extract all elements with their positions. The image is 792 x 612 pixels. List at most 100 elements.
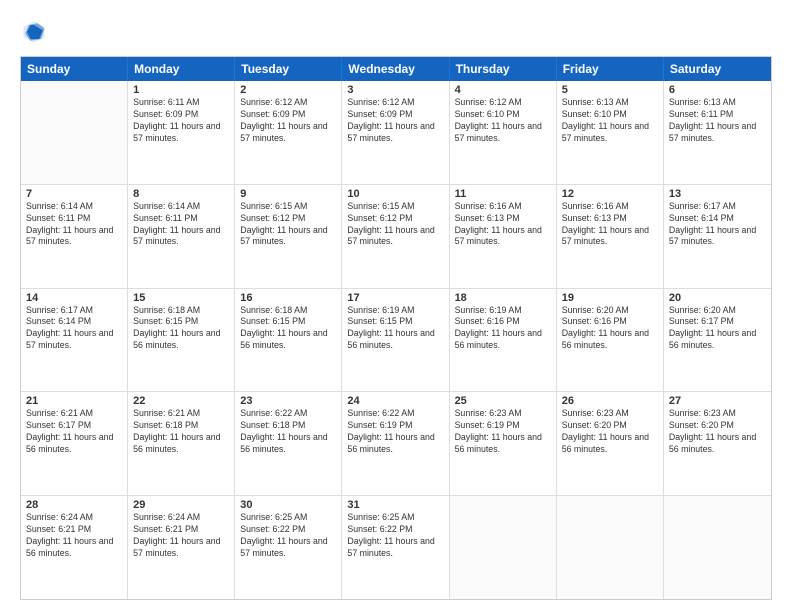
day-number: 11: [455, 188, 551, 200]
calendar-row-3: 14Sunrise: 6:17 AM Sunset: 6:14 PM Dayli…: [21, 289, 771, 393]
day-number: 6: [669, 84, 766, 96]
cell-info: Sunrise: 6:13 AM Sunset: 6:11 PM Dayligh…: [669, 97, 766, 145]
day-cell-26: 26Sunrise: 6:23 AM Sunset: 6:20 PM Dayli…: [557, 392, 664, 495]
day-number: 29: [133, 499, 229, 511]
calendar-row-4: 21Sunrise: 6:21 AM Sunset: 6:17 PM Dayli…: [21, 392, 771, 496]
day-number: 24: [347, 395, 443, 407]
day-cell-9: 9Sunrise: 6:15 AM Sunset: 6:12 PM Daylig…: [235, 185, 342, 288]
day-number: 18: [455, 292, 551, 304]
day-number: 5: [562, 84, 658, 96]
day-cell-23: 23Sunrise: 6:22 AM Sunset: 6:18 PM Dayli…: [235, 392, 342, 495]
weekday-header-saturday: Saturday: [664, 57, 771, 81]
day-cell-30: 30Sunrise: 6:25 AM Sunset: 6:22 PM Dayli…: [235, 496, 342, 599]
day-cell-14: 14Sunrise: 6:17 AM Sunset: 6:14 PM Dayli…: [21, 289, 128, 392]
day-number: 14: [26, 292, 122, 304]
weekday-header-monday: Monday: [128, 57, 235, 81]
day-number: 20: [669, 292, 766, 304]
cell-info: Sunrise: 6:19 AM Sunset: 6:16 PM Dayligh…: [455, 305, 551, 353]
day-cell-11: 11Sunrise: 6:16 AM Sunset: 6:13 PM Dayli…: [450, 185, 557, 288]
day-cell-29: 29Sunrise: 6:24 AM Sunset: 6:21 PM Dayli…: [128, 496, 235, 599]
day-number: 4: [455, 84, 551, 96]
day-number: 31: [347, 499, 443, 511]
day-number: 23: [240, 395, 336, 407]
cell-info: Sunrise: 6:15 AM Sunset: 6:12 PM Dayligh…: [240, 201, 336, 249]
weekday-header-sunday: Sunday: [21, 57, 128, 81]
calendar-row-2: 7Sunrise: 6:14 AM Sunset: 6:11 PM Daylig…: [21, 185, 771, 289]
cell-info: Sunrise: 6:25 AM Sunset: 6:22 PM Dayligh…: [347, 512, 443, 560]
day-number: 22: [133, 395, 229, 407]
logo: [20, 18, 52, 46]
day-cell-10: 10Sunrise: 6:15 AM Sunset: 6:12 PM Dayli…: [342, 185, 449, 288]
day-number: 17: [347, 292, 443, 304]
day-number: 28: [26, 499, 122, 511]
day-cell-4: 4Sunrise: 6:12 AM Sunset: 6:10 PM Daylig…: [450, 81, 557, 184]
day-number: 26: [562, 395, 658, 407]
cell-info: Sunrise: 6:17 AM Sunset: 6:14 PM Dayligh…: [669, 201, 766, 249]
day-cell-24: 24Sunrise: 6:22 AM Sunset: 6:19 PM Dayli…: [342, 392, 449, 495]
cell-info: Sunrise: 6:20 AM Sunset: 6:17 PM Dayligh…: [669, 305, 766, 353]
page: SundayMondayTuesdayWednesdayThursdayFrid…: [0, 0, 792, 612]
cell-info: Sunrise: 6:14 AM Sunset: 6:11 PM Dayligh…: [26, 201, 122, 249]
day-cell-3: 3Sunrise: 6:12 AM Sunset: 6:09 PM Daylig…: [342, 81, 449, 184]
day-number: 3: [347, 84, 443, 96]
cell-info: Sunrise: 6:21 AM Sunset: 6:18 PM Dayligh…: [133, 408, 229, 456]
day-number: 9: [240, 188, 336, 200]
day-cell-21: 21Sunrise: 6:21 AM Sunset: 6:17 PM Dayli…: [21, 392, 128, 495]
logo-icon: [20, 18, 48, 46]
day-cell-18: 18Sunrise: 6:19 AM Sunset: 6:16 PM Dayli…: [450, 289, 557, 392]
cell-info: Sunrise: 6:20 AM Sunset: 6:16 PM Dayligh…: [562, 305, 658, 353]
day-cell-27: 27Sunrise: 6:23 AM Sunset: 6:20 PM Dayli…: [664, 392, 771, 495]
cell-info: Sunrise: 6:13 AM Sunset: 6:10 PM Dayligh…: [562, 97, 658, 145]
cell-info: Sunrise: 6:16 AM Sunset: 6:13 PM Dayligh…: [455, 201, 551, 249]
cell-info: Sunrise: 6:11 AM Sunset: 6:09 PM Dayligh…: [133, 97, 229, 145]
cell-info: Sunrise: 6:12 AM Sunset: 6:09 PM Dayligh…: [240, 97, 336, 145]
day-number: 2: [240, 84, 336, 96]
calendar: SundayMondayTuesdayWednesdayThursdayFrid…: [20, 56, 772, 600]
cell-info: Sunrise: 6:16 AM Sunset: 6:13 PM Dayligh…: [562, 201, 658, 249]
day-cell-28: 28Sunrise: 6:24 AM Sunset: 6:21 PM Dayli…: [21, 496, 128, 599]
day-number: 1: [133, 84, 229, 96]
cell-info: Sunrise: 6:12 AM Sunset: 6:09 PM Dayligh…: [347, 97, 443, 145]
weekday-header-wednesday: Wednesday: [342, 57, 449, 81]
day-cell-31: 31Sunrise: 6:25 AM Sunset: 6:22 PM Dayli…: [342, 496, 449, 599]
cell-info: Sunrise: 6:24 AM Sunset: 6:21 PM Dayligh…: [26, 512, 122, 560]
day-number: 30: [240, 499, 336, 511]
day-cell-8: 8Sunrise: 6:14 AM Sunset: 6:11 PM Daylig…: [128, 185, 235, 288]
cell-info: Sunrise: 6:18 AM Sunset: 6:15 PM Dayligh…: [133, 305, 229, 353]
empty-cell-4-5: [557, 496, 664, 599]
day-number: 13: [669, 188, 766, 200]
day-number: 27: [669, 395, 766, 407]
day-number: 12: [562, 188, 658, 200]
day-cell-12: 12Sunrise: 6:16 AM Sunset: 6:13 PM Dayli…: [557, 185, 664, 288]
calendar-row-5: 28Sunrise: 6:24 AM Sunset: 6:21 PM Dayli…: [21, 496, 771, 599]
day-cell-19: 19Sunrise: 6:20 AM Sunset: 6:16 PM Dayli…: [557, 289, 664, 392]
cell-info: Sunrise: 6:25 AM Sunset: 6:22 PM Dayligh…: [240, 512, 336, 560]
cell-info: Sunrise: 6:14 AM Sunset: 6:11 PM Dayligh…: [133, 201, 229, 249]
day-number: 10: [347, 188, 443, 200]
day-cell-22: 22Sunrise: 6:21 AM Sunset: 6:18 PM Dayli…: [128, 392, 235, 495]
empty-cell-4-6: [664, 496, 771, 599]
day-cell-17: 17Sunrise: 6:19 AM Sunset: 6:15 PM Dayli…: [342, 289, 449, 392]
cell-info: Sunrise: 6:22 AM Sunset: 6:18 PM Dayligh…: [240, 408, 336, 456]
cell-info: Sunrise: 6:23 AM Sunset: 6:19 PM Dayligh…: [455, 408, 551, 456]
day-number: 25: [455, 395, 551, 407]
day-cell-16: 16Sunrise: 6:18 AM Sunset: 6:15 PM Dayli…: [235, 289, 342, 392]
day-cell-13: 13Sunrise: 6:17 AM Sunset: 6:14 PM Dayli…: [664, 185, 771, 288]
day-cell-6: 6Sunrise: 6:13 AM Sunset: 6:11 PM Daylig…: [664, 81, 771, 184]
cell-info: Sunrise: 6:19 AM Sunset: 6:15 PM Dayligh…: [347, 305, 443, 353]
day-number: 8: [133, 188, 229, 200]
cell-info: Sunrise: 6:18 AM Sunset: 6:15 PM Dayligh…: [240, 305, 336, 353]
day-cell-7: 7Sunrise: 6:14 AM Sunset: 6:11 PM Daylig…: [21, 185, 128, 288]
empty-cell-4-4: [450, 496, 557, 599]
header: [20, 18, 772, 46]
day-cell-25: 25Sunrise: 6:23 AM Sunset: 6:19 PM Dayli…: [450, 392, 557, 495]
cell-info: Sunrise: 6:22 AM Sunset: 6:19 PM Dayligh…: [347, 408, 443, 456]
calendar-header: SundayMondayTuesdayWednesdayThursdayFrid…: [21, 57, 771, 81]
day-number: 19: [562, 292, 658, 304]
cell-info: Sunrise: 6:15 AM Sunset: 6:12 PM Dayligh…: [347, 201, 443, 249]
day-number: 21: [26, 395, 122, 407]
day-number: 15: [133, 292, 229, 304]
weekday-header-thursday: Thursday: [450, 57, 557, 81]
cell-info: Sunrise: 6:24 AM Sunset: 6:21 PM Dayligh…: [133, 512, 229, 560]
day-number: 7: [26, 188, 122, 200]
